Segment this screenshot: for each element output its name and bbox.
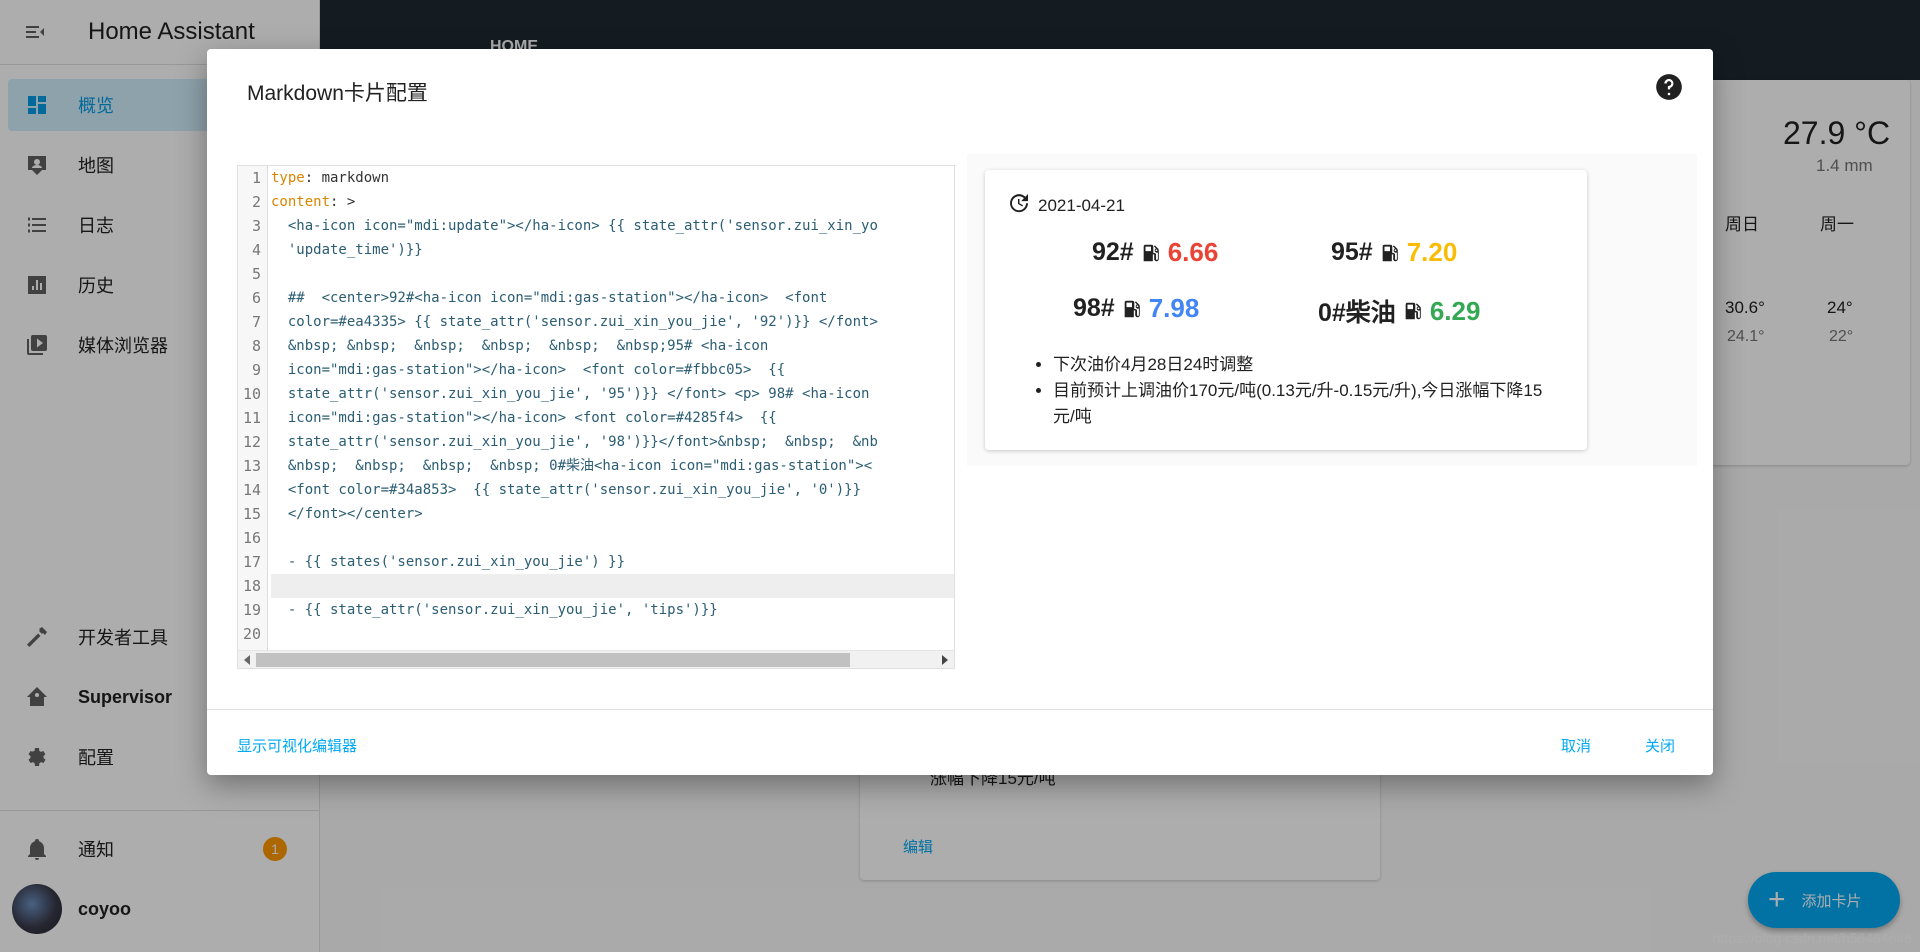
code-line[interactable]: icon="mdi:gas-station"></ha-icon> <font … (271, 406, 777, 430)
list-item: 目前预计上调油价170元/吨(0.13元/升-0.15元/升),今日涨幅下降15… (1053, 378, 1563, 430)
code-line[interactable]: state_attr('sensor.zui_xin_you_jie', '98… (271, 430, 878, 454)
scroll-left-arrow-icon[interactable] (244, 655, 250, 665)
line-number: 6 (251, 289, 261, 307)
code-line[interactable]: type: markdown (271, 166, 389, 190)
line-number: 2 (251, 193, 261, 211)
gas-station-icon (1140, 241, 1162, 265)
fuel-name: 98# (1073, 294, 1115, 322)
code-line[interactable]: - {{ state_attr('sensor.zui_xin_you_jie'… (271, 598, 718, 622)
scrollbar-thumb[interactable] (256, 653, 850, 667)
cancel-button[interactable]: 取消 (1561, 735, 1591, 756)
line-number: 7 (251, 313, 261, 331)
line-number: 17 (242, 553, 261, 571)
code-line[interactable]: - {{ states('sensor.zui_xin_you_jie') }} (271, 550, 625, 574)
code-area[interactable]: type: markdown content: > <ha-icon icon="… (271, 166, 954, 652)
update-row: 2021-04-21 (1007, 191, 1125, 220)
fuel-98: 98# 7.98 (1073, 293, 1199, 324)
gas-station-icon (1121, 297, 1143, 321)
line-number: 11 (242, 409, 261, 427)
fuel-95: 95# 7.20 (1331, 237, 1457, 268)
code-line[interactable]: ## <center>92#<ha-icon icon="mdi:gas-sta… (271, 286, 827, 310)
update-icon (1007, 191, 1031, 220)
code-line[interactable]: state_attr('sensor.zui_xin_you_jie', '95… (271, 382, 870, 406)
line-number: 8 (251, 337, 261, 355)
line-number: 5 (251, 265, 261, 283)
line-number: 15 (242, 505, 261, 523)
code-line[interactable]: 'update_time')}} (271, 238, 423, 262)
fuel-price: 6.66 (1167, 237, 1219, 267)
line-number: 12 (242, 433, 261, 451)
line-number: 3 (251, 217, 261, 235)
line-number: 4 (251, 241, 261, 259)
code-line[interactable]: <font color=#34a853> {{ state_attr('sens… (271, 478, 861, 502)
markdown-card-preview: 2021-04-21 92# 6.66 95# 7.20 98# 7.98 0#… (985, 170, 1587, 450)
card-config-dialog: Markdown卡片配置 1 2 3 4 5 6 7 8 9 10 11 12 13 14 15 16 17 18… (207, 49, 1713, 775)
code-line[interactable]: icon="mdi:gas-station"></ha-icon> <font … (271, 358, 785, 382)
code-line[interactable]: content: > (271, 190, 355, 214)
line-number-gutter: 1 2 3 4 5 6 7 8 9 10 11 12 13 14 15 16 17 18 19 20 (238, 166, 268, 652)
line-number: 10 (242, 385, 261, 403)
line-number: 19 (242, 601, 261, 619)
tips-list: 下次油价4月28日24时调整 目前预计上调油价170元/吨(0.13元/升-0.… (1023, 352, 1563, 430)
line-number: 20 (242, 625, 261, 643)
line-number: 13 (242, 457, 261, 475)
code-line[interactable]: </font></center> (271, 502, 423, 526)
code-line[interactable]: <ha-icon icon="mdi:update"></ha-icon> {{… (271, 214, 878, 238)
yaml-code-editor[interactable]: 1 2 3 4 5 6 7 8 9 10 11 12 13 14 15 16 17 18 19 20 type: ma… (237, 165, 955, 669)
code-line[interactable]: &nbsp; &nbsp; &nbsp; &nbsp; 0#柴油<ha-icon… (271, 454, 872, 478)
fuel-price: 6.29 (1429, 295, 1481, 326)
code-line[interactable]: color=#ea4335> {{ state_attr('sensor.zui… (271, 310, 878, 334)
gas-station-icon (1379, 241, 1401, 265)
update-date: 2021-04-21 (1038, 195, 1125, 215)
close-button[interactable]: 关闭 (1645, 735, 1675, 756)
fuel-diesel: 0#柴油 6.29 (1318, 293, 1480, 329)
code-line[interactable] (271, 574, 954, 598)
dialog-divider (207, 709, 1713, 710)
line-number: 9 (251, 361, 261, 379)
show-visual-editor-button[interactable]: 显示可视化编辑器 (237, 735, 357, 756)
fuel-name: 92# (1092, 238, 1134, 266)
dialog-title: Markdown卡片配置 (247, 82, 428, 105)
fuel-92: 92# 6.66 (1092, 237, 1218, 268)
code-line[interactable]: &nbsp; &nbsp; &nbsp; &nbsp; &nbsp; &nbsp… (271, 334, 768, 358)
line-number: 14 (242, 481, 261, 499)
line-number: 18 (242, 577, 261, 595)
scroll-right-arrow-icon[interactable] (942, 655, 948, 665)
fuel-price: 7.98 (1148, 293, 1200, 323)
horizontal-scrollbar[interactable] (238, 650, 954, 668)
fuel-price: 7.20 (1406, 237, 1458, 267)
line-number: 1 (251, 169, 261, 187)
line-number: 16 (242, 529, 261, 547)
help-circle-icon[interactable] (1655, 73, 1683, 106)
gas-station-icon (1402, 299, 1424, 323)
fuel-name: 95# (1331, 238, 1373, 266)
fuel-name: 0#柴油 (1318, 299, 1396, 327)
list-item: 下次油价4月28日24时调整 (1053, 352, 1563, 378)
